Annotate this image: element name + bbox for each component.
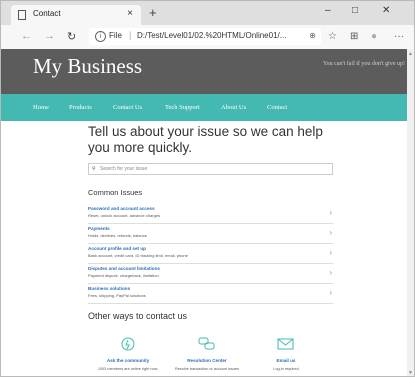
issue-item-business[interactable]: Business solutions Fees, shipping, PayPa… bbox=[88, 284, 333, 304]
site-banner: My Business You can't fail if you don't … bbox=[1, 49, 409, 94]
url-text[interactable]: D:/Test/Level01/02.%20HTML/Online01/... bbox=[137, 31, 287, 40]
email-link[interactable]: Email us bbox=[241, 358, 331, 363]
favorite-icon[interactable]: ☆ bbox=[328, 31, 337, 42]
scroll-down-icon[interactable]: ▼ bbox=[407, 370, 414, 376]
tab-contact[interactable]: Contact × bbox=[11, 5, 141, 25]
menu-item-contact-us[interactable]: Contact Us bbox=[113, 104, 142, 111]
menu-item-home[interactable]: Home bbox=[33, 104, 49, 111]
menu-item-contact[interactable]: Contact bbox=[267, 104, 287, 111]
issue-title: Disputes and account limitations bbox=[88, 266, 160, 271]
profile-icon[interactable]: ● bbox=[371, 31, 377, 42]
menu-item-products[interactable]: Products bbox=[69, 104, 92, 111]
issue-subtitle: Payment dispute, chargeback, limitation bbox=[88, 273, 159, 278]
page-content: My Business You can't fail if you don't … bbox=[1, 49, 409, 376]
issue-title: Business solutions bbox=[88, 286, 131, 291]
scroll-up-icon[interactable]: ▲ bbox=[407, 51, 414, 57]
issue-item-payments[interactable]: Payments Holds, declines, refunds, balan… bbox=[88, 224, 333, 244]
address-bar[interactable]: i File | D:/Test/Level01/02.%20HTML/Onli… bbox=[89, 28, 321, 45]
address-separator: | bbox=[129, 30, 132, 40]
other-ways-title: Other ways to contact us bbox=[88, 311, 188, 321]
maximize-button[interactable]: □ bbox=[352, 5, 358, 16]
community-subtext: 1003 members are online right now. bbox=[97, 367, 159, 371]
new-tab-button[interactable]: + bbox=[149, 5, 157, 20]
issue-title: Password and account access bbox=[88, 206, 155, 211]
tab-bar: Contact × + – □ ✕ bbox=[1, 1, 414, 25]
issue-title: Account profile and set up bbox=[88, 246, 146, 251]
info-icon[interactable]: i bbox=[95, 31, 106, 42]
issue-item-disputes[interactable]: Disputes and account limitations Payment… bbox=[88, 264, 333, 284]
issue-subtitle: Bank account, credit card, ID tracking l… bbox=[88, 253, 188, 258]
search-placeholder: Search for your issue bbox=[100, 166, 148, 172]
search-icon: ⚲ bbox=[92, 166, 96, 172]
mail-icon bbox=[277, 338, 294, 350]
email-card[interactable]: Email us Log-in required bbox=[241, 337, 331, 371]
browser-window: Contact × + – □ ✕ ← → ↻ i File | D:/Test… bbox=[0, 0, 415, 377]
issue-item-password[interactable]: Password and account access Reset, unloc… bbox=[88, 204, 333, 224]
more-icon[interactable]: ··· bbox=[394, 31, 404, 42]
site-menu: Home Products Contact Us Tech Support Ab… bbox=[1, 94, 409, 121]
resolution-subtext: Resolve transaction or account issues bbox=[175, 367, 239, 371]
chevron-right-icon: › bbox=[329, 228, 332, 237]
issue-subtitle: Reset, unlock account, advance charges bbox=[88, 213, 161, 218]
back-icon[interactable]: ← bbox=[21, 30, 32, 42]
menu-item-about-us[interactable]: About Us bbox=[221, 104, 246, 111]
page-headline: Tell us about your issue so we can help … bbox=[88, 124, 323, 155]
community-icon bbox=[121, 337, 135, 351]
issue-item-account-profile[interactable]: Account profile and set up Bank account,… bbox=[88, 244, 333, 264]
collections-icon[interactable]: ⊞ bbox=[350, 31, 358, 42]
community-card[interactable]: Ask the community 1003 members are onlin… bbox=[83, 337, 173, 371]
refresh-icon[interactable]: ↻ bbox=[67, 30, 76, 43]
issue-subtitle: Holds, declines, refunds, balance bbox=[88, 233, 147, 238]
close-tab-icon[interactable]: × bbox=[127, 8, 133, 19]
common-issues-title: Common Issues bbox=[88, 188, 143, 197]
chat-bubbles-icon bbox=[198, 337, 215, 350]
forward-icon[interactable]: → bbox=[44, 30, 55, 42]
resolution-card[interactable]: Resolution Center Resolve transaction or… bbox=[162, 337, 252, 371]
chevron-right-icon: › bbox=[329, 288, 332, 297]
page-icon bbox=[18, 10, 26, 20]
resolution-link[interactable]: Resolution Center bbox=[162, 358, 252, 363]
issue-search-input[interactable]: ⚲ Search for your issue bbox=[88, 163, 333, 175]
tab-title: Contact bbox=[33, 9, 61, 18]
chevron-right-icon: › bbox=[329, 248, 332, 257]
zoom-icon[interactable]: ⊕ bbox=[309, 31, 316, 40]
issue-title: Payments bbox=[88, 226, 110, 231]
issue-subtitle: Fees, shipping, PayPal solutions bbox=[88, 293, 146, 298]
scheme-label: File bbox=[109, 31, 122, 40]
minimize-button[interactable]: – bbox=[325, 5, 331, 16]
email-subtext: Log-in required bbox=[273, 367, 299, 371]
site-brand[interactable]: My Business bbox=[33, 54, 142, 79]
close-window-button[interactable]: ✕ bbox=[382, 5, 390, 16]
chevron-right-icon: › bbox=[329, 268, 332, 277]
vertical-scrollbar[interactable]: ▲ ▼ bbox=[407, 49, 414, 376]
address-toolbar: ← → ↻ i File | D:/Test/Level01/02.%20HTM… bbox=[1, 25, 414, 50]
menu-item-tech-support[interactable]: Tech Support bbox=[165, 104, 200, 111]
site-tagline: You can't fail if you don't give up! bbox=[322, 61, 405, 67]
chevron-right-icon: › bbox=[329, 208, 332, 217]
community-link[interactable]: Ask the community bbox=[83, 358, 173, 363]
